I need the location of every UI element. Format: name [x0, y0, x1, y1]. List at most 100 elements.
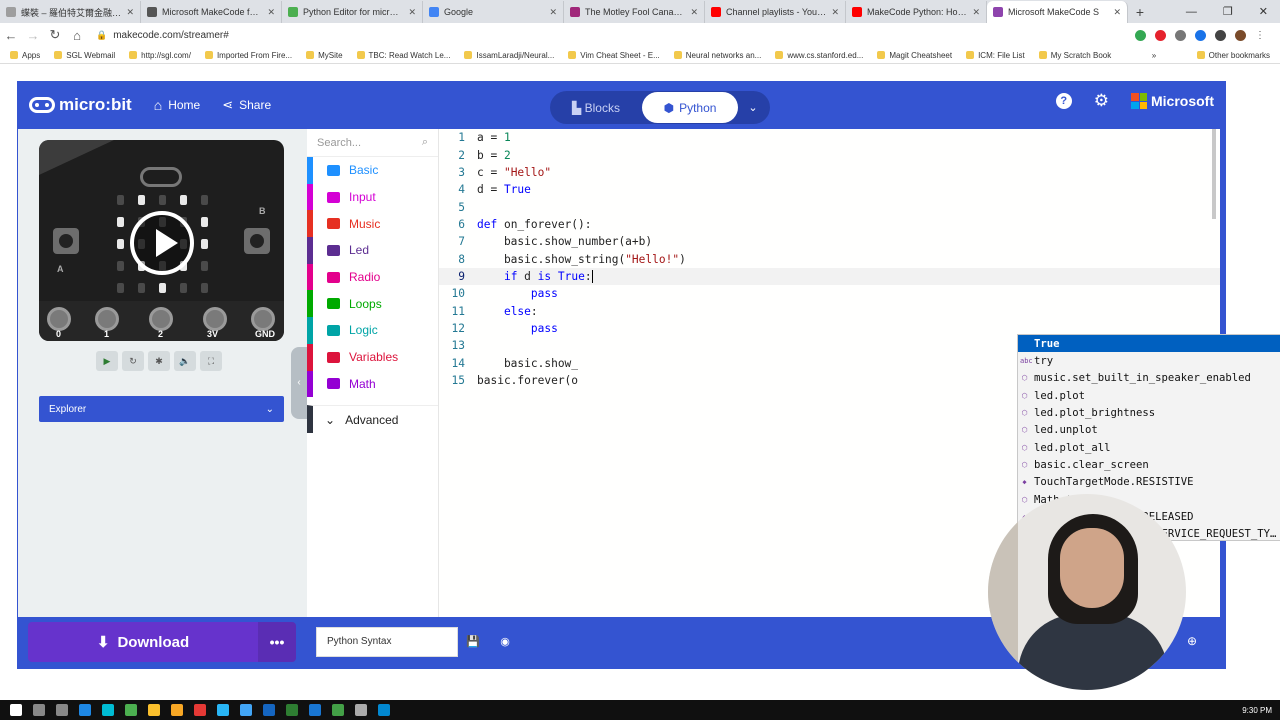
autocomplete-item[interactable]: True	[1018, 335, 1280, 353]
toolbox-search[interactable]: Search... ⌕	[307, 129, 438, 157]
share-button[interactable]: ⋖ Share	[222, 97, 271, 113]
bookmark-item[interactable]: SGL Webmail	[54, 51, 115, 60]
pin-connector[interactable]	[95, 307, 119, 331]
close-tab-icon[interactable]: ✕	[549, 7, 557, 18]
bookmark-item[interactable]: IssamLaradji/Neural...	[464, 51, 554, 60]
toolbox-category-logic[interactable]: Logic	[307, 317, 438, 344]
code-line[interactable]: 1 a = 1	[439, 129, 1220, 146]
pin-connector[interactable]	[47, 307, 71, 331]
blocks-tab[interactable]: ▙ Blocks	[550, 101, 642, 115]
toolbox-category-led[interactable]: Led	[307, 237, 438, 264]
bookmark-item[interactable]: Magit Cheatsheet	[877, 51, 952, 60]
autocomplete-item[interactable]: abc try	[1018, 352, 1280, 369]
bookmark-item[interactable]: Apps	[10, 51, 40, 60]
autocomplete-item[interactable]: ⬡ led.plot_all	[1018, 439, 1280, 456]
restore-icon[interactable]: ❐	[1223, 1, 1233, 23]
url-field[interactable]: 🔒 makecode.com/streamer#	[96, 30, 1135, 41]
code-line[interactable]: 7 basic.show_number(a+b)	[439, 233, 1220, 250]
chrome-icon[interactable]	[125, 704, 137, 716]
close-tab-icon[interactable]: ✕	[408, 7, 416, 18]
play-icon[interactable]: ▶	[96, 351, 118, 371]
other-bookmarks[interactable]: Other bookmarks	[1196, 51, 1280, 60]
excel-icon[interactable]	[286, 704, 298, 716]
app-icon[interactable]	[378, 704, 390, 716]
button-b[interactable]	[244, 228, 270, 254]
code-line[interactable]: 8 basic.show_string("Hello!")	[439, 250, 1220, 267]
code-line[interactable]: 4 d = True	[439, 181, 1220, 198]
add-button[interactable]: ⊕	[1176, 627, 1208, 655]
close-tab-icon[interactable]: ✕	[972, 7, 980, 18]
minimize-icon[interactable]: —	[1186, 1, 1197, 23]
bookmark-item[interactable]: MySite	[306, 51, 343, 60]
extension-icon[interactable]	[1155, 29, 1166, 41]
app-icon[interactable]	[148, 704, 160, 716]
app-icon[interactable]	[263, 704, 275, 716]
explorer-button[interactable]: Explorer ⌄	[39, 396, 284, 422]
debug-icon[interactable]: ✱	[148, 351, 170, 371]
toolbox-category-basic[interactable]: Basic	[307, 157, 438, 184]
browser-tab[interactable]: Channel playlists - YouTube ✕	[705, 1, 846, 23]
autocomplete-item[interactable]: ⬡ led.plot	[1018, 387, 1280, 404]
project-name-input[interactable]: Python Syntax	[316, 627, 458, 657]
folder-icon[interactable]	[171, 704, 183, 716]
windows-start-icon[interactable]	[10, 704, 22, 716]
autocomplete-item[interactable]: ◆ TouchTargetMode.RESISTIVE	[1018, 474, 1280, 491]
bookmark-item[interactable]: www.cs.stanford.ed...	[775, 51, 863, 60]
python-tab[interactable]: ⬢ Python	[642, 92, 738, 123]
bookmark-item[interactable]: My Scratch Book	[1038, 51, 1111, 60]
microsoft-logo[interactable]: Microsoft	[1131, 93, 1214, 109]
close-tab-icon[interactable]: ✕	[267, 7, 275, 18]
browser-tab[interactable]: The Motley Fool Canada: St ✕	[564, 1, 705, 23]
new-tab-button[interactable]: +	[1128, 1, 1152, 23]
restart-icon[interactable]: ↻	[122, 351, 144, 371]
collapse-simulator-handle[interactable]: ‹	[291, 347, 307, 419]
gear-icon[interactable]: ⚙	[1094, 92, 1109, 109]
toolbox-category-radio[interactable]: Radio	[307, 263, 438, 291]
fullscreen-icon[interactable]: ⛶	[200, 351, 222, 371]
toolbox-category-input[interactable]: Input	[307, 183, 438, 211]
pin-connector[interactable]	[203, 307, 227, 331]
code-line[interactable]: 3 c = "Hello"	[439, 164, 1220, 181]
play-simulator-icon[interactable]	[130, 211, 194, 275]
home-icon[interactable]: ⌂	[66, 28, 88, 43]
app-icon[interactable]	[240, 704, 252, 716]
close-window-icon[interactable]: ✕	[1259, 1, 1268, 23]
bookmark-item[interactable]: TBC: Read Watch Le...	[356, 51, 450, 60]
button-a[interactable]	[53, 228, 79, 254]
extension-icon[interactable]	[1175, 29, 1186, 41]
browser-tab[interactable]: Python Editor for micro:bit ✕	[282, 1, 423, 23]
code-line[interactable]: 2 b = 2	[439, 146, 1220, 163]
editor-scrollbar[interactable]	[1212, 129, 1216, 219]
bookmark-item[interactable]: Neural networks an...	[673, 51, 761, 60]
toolbox-category-variables[interactable]: Variables	[307, 343, 438, 371]
toolbox-category-loops[interactable]: Loops	[307, 290, 438, 318]
pdf-icon[interactable]	[194, 704, 206, 716]
back-icon[interactable]: ←	[0, 28, 22, 43]
github-button[interactable]: ◉	[491, 627, 519, 657]
autocomplete-item[interactable]: ⬡ led.plot_brightness	[1018, 404, 1280, 421]
bookmark-item[interactable]: Imported From Fire...	[204, 51, 292, 60]
forward-icon[interactable]: →	[22, 28, 44, 43]
mute-icon[interactable]: 🔈	[174, 351, 196, 371]
reload-icon[interactable]: ↻	[44, 27, 66, 43]
code-line[interactable]: 9 if d is True:	[439, 267, 1220, 286]
toolbox-advanced[interactable]: ⌄ Advanced	[307, 405, 438, 434]
toolbox-category-music[interactable]: Music	[307, 210, 438, 238]
help-icon[interactable]: ?	[1055, 93, 1072, 109]
browser-tab[interactable]: MakeCode Python: How to ✕	[846, 1, 987, 23]
microbit-logo[interactable]: micro:bit	[29, 95, 132, 115]
close-tab-icon[interactable]: ✕	[1113, 7, 1121, 18]
menu-icon[interactable]: ⋮	[1255, 30, 1266, 41]
download-button[interactable]: ⬇ Download	[28, 622, 258, 662]
download-more-button[interactable]: •••	[258, 622, 296, 662]
pin-connector[interactable]	[149, 307, 173, 331]
autocomplete-item[interactable]: ⬡ music.set_built_in_speaker_enabled	[1018, 370, 1280, 387]
close-tab-icon[interactable]: ✕	[690, 7, 698, 18]
browser-tab[interactable]: Microsoft MakeCode for micro ✕	[141, 1, 282, 23]
bookmark-item[interactable]: Vim Cheat Sheet - E...	[568, 51, 660, 60]
autocomplete-item[interactable]: ⬡ led.unplot	[1018, 422, 1280, 439]
code-line[interactable]: 11 else:	[439, 302, 1220, 319]
browser-tab[interactable]: Google ✕	[423, 1, 564, 23]
close-tab-icon[interactable]: ✕	[126, 7, 134, 18]
toolbox-search-input[interactable]: Search...	[317, 137, 361, 149]
